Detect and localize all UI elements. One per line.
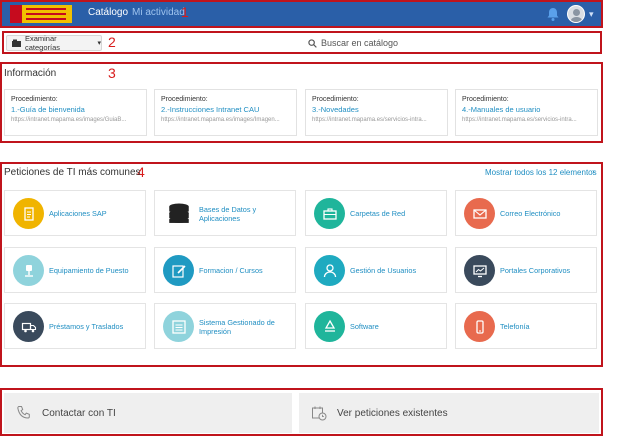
- service-tile[interactable]: Formacion / Cursos: [154, 247, 296, 293]
- info-card-url: https://intranet.mapama.es/images/Imagen…: [161, 117, 280, 123]
- browse-categories-button[interactable]: Examinar categorías ▾: [6, 34, 102, 52]
- info-card-title[interactable]: 4.-Manuales de usuario: [462, 105, 591, 114]
- info-card-title[interactable]: 2.-Instrucciones Intranet CAU: [161, 105, 290, 114]
- info-card-kind: Procedimiento:: [462, 96, 509, 103]
- service-tile[interactable]: Carpetas de Red: [305, 190, 447, 236]
- service-tile[interactable]: Telefonía: [455, 303, 597, 349]
- info-card[interactable]: Procedimiento: 4.-Manuales de usuario ht…: [455, 89, 598, 136]
- database-icon: [163, 198, 194, 229]
- service-tile-label: Aplicaciones SAP: [49, 209, 107, 219]
- info-card[interactable]: Procedimiento: 2.-Instrucciones Intranet…: [154, 89, 297, 136]
- info-card[interactable]: Procedimiento: 3.-Novedades https://intr…: [305, 89, 448, 136]
- chevron-down-icon: ▾: [97, 40, 101, 47]
- contact-it-card[interactable]: Contactar con TI: [4, 393, 292, 433]
- service-tile[interactable]: Sistema Gestionado de Impresión: [154, 303, 296, 349]
- info-card[interactable]: Procedimiento: 1.-Guía de bienvenida htt…: [4, 89, 147, 136]
- service-tile[interactable]: Bases de Datos y Aplicaciones: [154, 190, 296, 236]
- info-card-kind: Procedimiento:: [11, 96, 58, 103]
- service-tile[interactable]: Equipamiento de Puesto: [4, 247, 146, 293]
- info-card-title[interactable]: 1.-Guía de bienvenida: [11, 105, 140, 114]
- phone-icon: [17, 406, 30, 419]
- annotation-label-3: 3: [108, 65, 116, 81]
- browse-categories-label: Examinar categorías: [24, 34, 60, 52]
- calendar-clock-icon: [312, 406, 327, 421]
- service-tile[interactable]: Portales Corporativos: [455, 247, 597, 293]
- info-card-url: https://intranet.mapama.es/images/GuiaB.…: [11, 117, 127, 123]
- monitor-icon: [464, 255, 495, 286]
- document-icon: [13, 198, 44, 229]
- service-tile[interactable]: Aplicaciones SAP: [4, 190, 146, 236]
- search-input[interactable]: Buscar en catálogo: [108, 34, 598, 52]
- service-tile-label: Gestión de Usuarios: [350, 266, 417, 276]
- contact-it-label: Contactar con TI: [42, 407, 116, 419]
- search-placeholder: Buscar en catálogo: [320, 38, 399, 48]
- service-tile-label: Correo Electrónico: [500, 209, 561, 219]
- view-requests-label: Ver peticiones existentes: [337, 407, 448, 419]
- service-tile-label: Sistema Gestionado de Impresión: [199, 317, 275, 336]
- printer-icon: [163, 311, 194, 342]
- service-tile-label: Telefonía: [500, 322, 530, 332]
- service-tile[interactable]: Gestión de Usuarios: [305, 247, 447, 293]
- info-card-url: https://intranet.mapama.es/servicios-int…: [312, 117, 427, 123]
- briefcase-icon: [314, 198, 345, 229]
- info-section-title: Información: [4, 68, 57, 79]
- service-tile-label: Portales Corporativos: [500, 266, 571, 276]
- service-tile-label: Carpetas de Red: [350, 209, 406, 219]
- info-card-kind: Procedimiento:: [312, 96, 359, 103]
- phone-icon: [464, 311, 495, 342]
- info-card-title[interactable]: 3.-Novedades: [312, 105, 441, 114]
- service-tile[interactable]: Correo Electrónico: [455, 190, 597, 236]
- folder-icon: [12, 39, 21, 47]
- user-icon: [314, 255, 345, 286]
- mail-icon: [464, 198, 495, 229]
- annotation-label-1: 1: [181, 4, 189, 20]
- service-tile-label: Software: [350, 322, 379, 332]
- chair-icon: [13, 255, 44, 286]
- recycle-icon: [314, 311, 345, 342]
- search-icon: [308, 38, 317, 48]
- annotation-box-1: [0, 0, 603, 28]
- info-card-kind: Procedimiento:: [161, 96, 208, 103]
- view-requests-card[interactable]: Ver peticiones existentes: [299, 393, 599, 433]
- service-tile[interactable]: Software: [305, 303, 447, 349]
- info-card-url: https://intranet.mapama.es/servicios-int…: [462, 117, 577, 123]
- service-tile[interactable]: Préstamos y Traslados: [4, 303, 146, 349]
- service-tile-label: Formacion / Cursos: [199, 266, 263, 276]
- service-tile-label: Equipamiento de Puesto: [49, 266, 129, 276]
- service-tile-label: Préstamos y Traslados: [49, 322, 124, 332]
- show-all-link[interactable]: Mostrar todos los 12 elementos: [485, 168, 597, 177]
- services-section-title: Peticiones de TI más comunes: [4, 167, 141, 178]
- truck-icon: [13, 311, 44, 342]
- edit-icon: [163, 255, 194, 286]
- chevron-right-icon[interactable]: ›: [592, 167, 595, 176]
- service-tile-label: Bases de Datos y Aplicaciones: [199, 204, 257, 223]
